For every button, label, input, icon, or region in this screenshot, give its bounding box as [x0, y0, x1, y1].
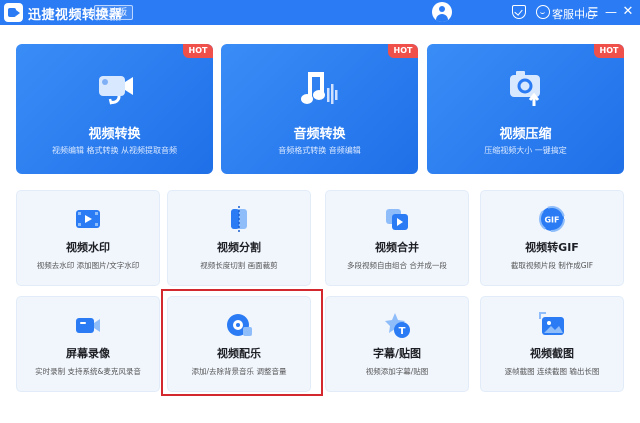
- tool-card-watermark[interactable]: 视频水印 视频去水印 添加图片/文字水印: [16, 190, 160, 286]
- card-desc: 音频格式转换 音频编辑: [278, 146, 361, 155]
- tool-card-gif[interactable]: GIF 视频转GIF 截取视频片段 制作成GIF: [480, 190, 624, 286]
- subtitle-icon-text: T: [399, 326, 406, 337]
- card-desc: 压缩视频大小 一键搞定: [484, 146, 567, 155]
- hot-badge: HOT: [388, 44, 418, 58]
- subtitle-sticker-icon: T: [385, 313, 410, 338]
- tool-card-merge[interactable]: 视频合并 多段视频自由组合 合并成一段: [325, 190, 469, 286]
- video-convert-card[interactable]: HOT 视频转换 视频编辑 格式转换 从视频提取音频: [16, 44, 213, 174]
- card-desc: 视频添加字幕/贴图: [365, 367, 429, 376]
- customer-service-icon[interactable]: [536, 5, 550, 19]
- app-logo-icon: [4, 3, 23, 22]
- screenshot-icon: [539, 312, 564, 335]
- card-title: 视频合并: [375, 241, 419, 254]
- shield-icon[interactable]: [512, 5, 526, 19]
- card-desc: 视频长度切割 画面裁剪: [200, 261, 278, 270]
- video-compress-icon: [509, 71, 540, 106]
- card-desc: 视频去水印 添加图片/文字水印: [36, 261, 140, 270]
- tool-card-screenshot[interactable]: 视频截图 逐帧截图 连续截图 输出长图: [480, 296, 624, 392]
- card-title: 屏幕录像: [66, 347, 110, 360]
- card-title: 视频转GIF: [525, 241, 579, 254]
- gif-icon: GIF: [539, 206, 565, 232]
- card-title: 视频截图: [530, 347, 574, 360]
- divider: [583, 7, 584, 18]
- title-bar: 迅捷视频转换器 极速版 客服中心 ☰ — ✕: [0, 0, 640, 25]
- card-desc: 截取视频片段 制作成GIF: [510, 261, 594, 270]
- card-title: 视频水印: [66, 241, 110, 254]
- highlight-frame: [161, 289, 323, 396]
- card-desc: 逐帧截图 连续截图 输出长图: [504, 367, 600, 376]
- video-compress-card[interactable]: HOT 视频压缩 压缩视频大小 一键搞定: [427, 44, 624, 174]
- gif-icon-text: GIF: [544, 216, 559, 225]
- card-desc: 视频编辑 格式转换 从视频提取音频: [51, 146, 178, 155]
- watermark-icon: [76, 210, 100, 228]
- video-convert-icon: [98, 76, 133, 105]
- card-desc: 多段视频自由组合 合并成一段: [347, 261, 447, 270]
- user-avatar[interactable]: [432, 2, 452, 22]
- card-title: 视频转换: [88, 127, 141, 142]
- tool-card-screen-record[interactable]: 屏幕录像 实时录制 支持系统&麦克风录音: [16, 296, 160, 392]
- card-title: 音频转换: [293, 127, 346, 142]
- card-title: 视频压缩: [499, 127, 552, 142]
- card-title: 视频分割: [217, 241, 261, 254]
- split-icon: [231, 206, 247, 232]
- menu-icon[interactable]: ☰: [585, 4, 601, 20]
- merge-icon: [386, 209, 408, 230]
- tool-card-split[interactable]: 视频分割 视频长度切割 画面裁剪: [167, 190, 311, 286]
- card-title: 字幕/贴图: [372, 347, 422, 360]
- card-desc: 实时录制 支持系统&麦克风录音: [35, 367, 141, 376]
- screen-record-icon: [76, 318, 100, 333]
- audio-convert-card[interactable]: HOT 音频转换 音频格式转换 音频编辑: [221, 44, 418, 174]
- audio-convert-icon: [300, 72, 337, 104]
- hot-badge: HOT: [594, 44, 624, 58]
- tool-card-subtitle[interactable]: T 字幕/贴图 视频添加字幕/贴图: [325, 296, 469, 392]
- close-icon[interactable]: ✕: [620, 4, 636, 20]
- hot-badge: HOT: [183, 44, 213, 58]
- edition-badge: 极速版: [94, 5, 134, 20]
- minimize-icon[interactable]: —: [603, 4, 619, 20]
